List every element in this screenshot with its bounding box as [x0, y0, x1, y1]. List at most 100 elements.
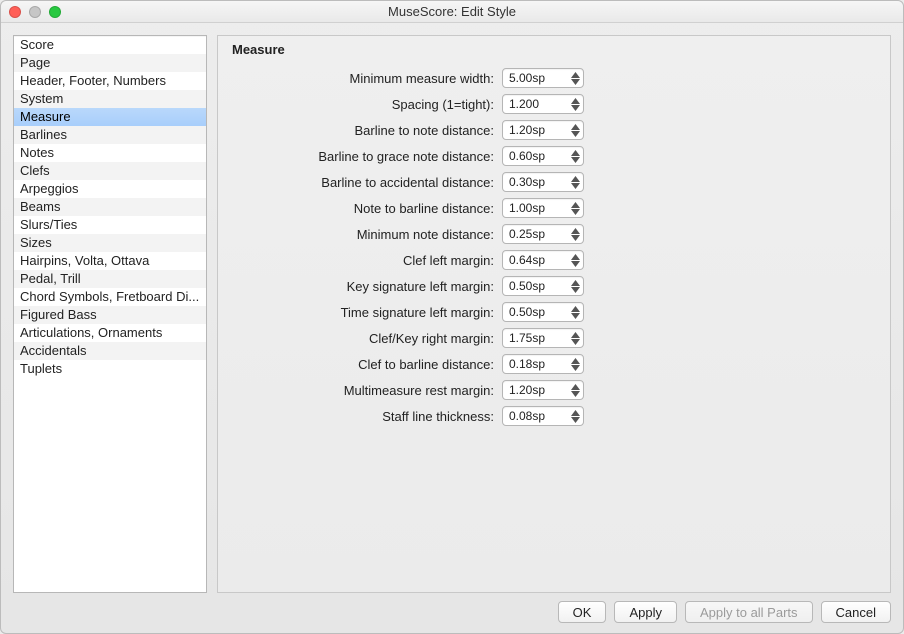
setting-row: Spacing (1=tight):1.200	[232, 93, 876, 115]
spin-box[interactable]: 1.75sp	[502, 328, 584, 348]
spin-box[interactable]: 5.00sp	[502, 68, 584, 88]
sidebar-item[interactable]: Score	[14, 36, 206, 54]
spin-box[interactable]: 0.50sp	[502, 302, 584, 322]
settings-list: Minimum measure width:5.00sp Spacing (1=…	[232, 67, 876, 427]
settings-panel: Measure Minimum measure width:5.00sp Spa…	[217, 35, 891, 593]
stepper-arrows-icon[interactable]	[567, 277, 583, 295]
setting-label: Time signature left margin:	[232, 305, 502, 320]
sidebar-item[interactable]: Beams	[14, 198, 206, 216]
apply-button[interactable]: Apply	[614, 601, 677, 623]
spin-value[interactable]: 0.60sp	[503, 149, 567, 163]
sidebar-item[interactable]: Figured Bass	[14, 306, 206, 324]
setting-row: Time signature left margin:0.50sp	[232, 301, 876, 323]
sidebar-item-label: Clefs	[20, 163, 50, 178]
spin-value[interactable]: 1.20sp	[503, 123, 567, 137]
setting-label: Staff line thickness:	[232, 409, 502, 424]
sidebar-item[interactable]: Sizes	[14, 234, 206, 252]
panel-title: Measure	[232, 42, 876, 57]
sidebar-item[interactable]: Notes	[14, 144, 206, 162]
apply-all-parts-button: Apply to all Parts	[685, 601, 813, 623]
sidebar-item[interactable]: Header, Footer, Numbers	[14, 72, 206, 90]
sidebar-item-label: Barlines	[20, 127, 67, 142]
sidebar-item-label: Measure	[20, 109, 71, 124]
sidebar-item[interactable]: Pedal, Trill	[14, 270, 206, 288]
setting-row: Barline to grace note distance:0.60sp	[232, 145, 876, 167]
sidebar-item[interactable]: Chord Symbols, Fretboard Di...	[14, 288, 206, 306]
setting-row: Clef to barline distance:0.18sp	[232, 353, 876, 375]
setting-label: Key signature left margin:	[232, 279, 502, 294]
sidebar-item-label: Slurs/Ties	[20, 217, 77, 232]
titlebar: MuseScore: Edit Style	[1, 1, 903, 23]
sidebar-item[interactable]: Accidentals	[14, 342, 206, 360]
spin-box[interactable]: 1.20sp	[502, 380, 584, 400]
cancel-button[interactable]: Cancel	[821, 601, 891, 623]
ok-button[interactable]: OK	[558, 601, 607, 623]
sidebar-item-label: Arpeggios	[20, 181, 79, 196]
spin-value[interactable]: 0.30sp	[503, 175, 567, 189]
spin-box[interactable]: 0.18sp	[502, 354, 584, 374]
stepper-arrows-icon[interactable]	[567, 329, 583, 347]
spin-box[interactable]: 0.25sp	[502, 224, 584, 244]
sidebar-item[interactable]: System	[14, 90, 206, 108]
spin-value[interactable]: 0.08sp	[503, 409, 567, 423]
setting-label: Barline to note distance:	[232, 123, 502, 138]
spin-value[interactable]: 1.75sp	[503, 331, 567, 345]
stepper-arrows-icon[interactable]	[567, 121, 583, 139]
spin-box[interactable]: 1.200	[502, 94, 584, 114]
spin-value[interactable]: 0.50sp	[503, 305, 567, 319]
spin-value[interactable]: 0.50sp	[503, 279, 567, 293]
spin-value[interactable]: 1.20sp	[503, 383, 567, 397]
sidebar-item[interactable]: Articulations, Ornaments	[14, 324, 206, 342]
stepper-arrows-icon[interactable]	[567, 303, 583, 321]
spin-value[interactable]: 1.200	[503, 97, 567, 111]
setting-row: Minimum note distance:0.25sp	[232, 223, 876, 245]
stepper-arrows-icon[interactable]	[567, 407, 583, 425]
setting-row: Note to barline distance:1.00sp	[232, 197, 876, 219]
spin-box[interactable]: 0.50sp	[502, 276, 584, 296]
stepper-arrows-icon[interactable]	[567, 173, 583, 191]
setting-label: Note to barline distance:	[232, 201, 502, 216]
stepper-arrows-icon[interactable]	[567, 95, 583, 113]
spin-value[interactable]: 1.00sp	[503, 201, 567, 215]
close-icon[interactable]	[9, 6, 21, 18]
dialog-body: ScorePage Header, Footer, Numbers System Me…	[1, 23, 903, 593]
stepper-arrows-icon[interactable]	[567, 225, 583, 243]
sidebar-item-label: Header, Footer, Numbers	[20, 73, 166, 88]
spin-value[interactable]: 0.64sp	[503, 253, 567, 267]
stepper-arrows-icon[interactable]	[567, 199, 583, 217]
spin-box[interactable]: 0.60sp	[502, 146, 584, 166]
setting-label: Minimum measure width:	[232, 71, 502, 86]
setting-row: Staff line thickness:0.08sp	[232, 405, 876, 427]
sidebar-item-label: Notes	[20, 145, 54, 160]
stepper-arrows-icon[interactable]	[567, 355, 583, 373]
sidebar-item[interactable]: Tuplets	[14, 360, 206, 378]
category-sidebar[interactable]: ScorePage Header, Footer, Numbers System Me…	[13, 35, 207, 593]
sidebar-item[interactable]: Clefs	[14, 162, 206, 180]
minimize-icon	[29, 6, 41, 18]
sidebar-item-label: System	[20, 91, 63, 106]
maximize-icon[interactable]	[49, 6, 61, 18]
spin-box[interactable]: 0.30sp	[502, 172, 584, 192]
spin-box[interactable]: 0.08sp	[502, 406, 584, 426]
sidebar-item[interactable]: Slurs/Ties	[14, 216, 206, 234]
sidebar-item[interactable]: Measure	[14, 108, 206, 126]
sidebar-item[interactable]: Arpeggios	[14, 180, 206, 198]
sidebar-item[interactable]: Hairpins, Volta, Ottava	[14, 252, 206, 270]
setting-label: Clef left margin:	[232, 253, 502, 268]
spin-box[interactable]: 0.64sp	[502, 250, 584, 270]
stepper-arrows-icon[interactable]	[567, 69, 583, 87]
sidebar-item-label: Page	[20, 55, 50, 70]
setting-label: Spacing (1=tight):	[232, 97, 502, 112]
stepper-arrows-icon[interactable]	[567, 251, 583, 269]
sidebar-item[interactable]: Page	[14, 54, 206, 72]
spin-box[interactable]: 1.00sp	[502, 198, 584, 218]
spin-value[interactable]: 0.18sp	[503, 357, 567, 371]
spin-box[interactable]: 1.20sp	[502, 120, 584, 140]
sidebar-item-label: Articulations, Ornaments	[20, 325, 162, 340]
stepper-arrows-icon[interactable]	[567, 381, 583, 399]
sidebar-item[interactable]: Barlines	[14, 126, 206, 144]
stepper-arrows-icon[interactable]	[567, 147, 583, 165]
spin-value[interactable]: 0.25sp	[503, 227, 567, 241]
spin-value[interactable]: 5.00sp	[503, 71, 567, 85]
setting-row: Minimum measure width:5.00sp	[232, 67, 876, 89]
